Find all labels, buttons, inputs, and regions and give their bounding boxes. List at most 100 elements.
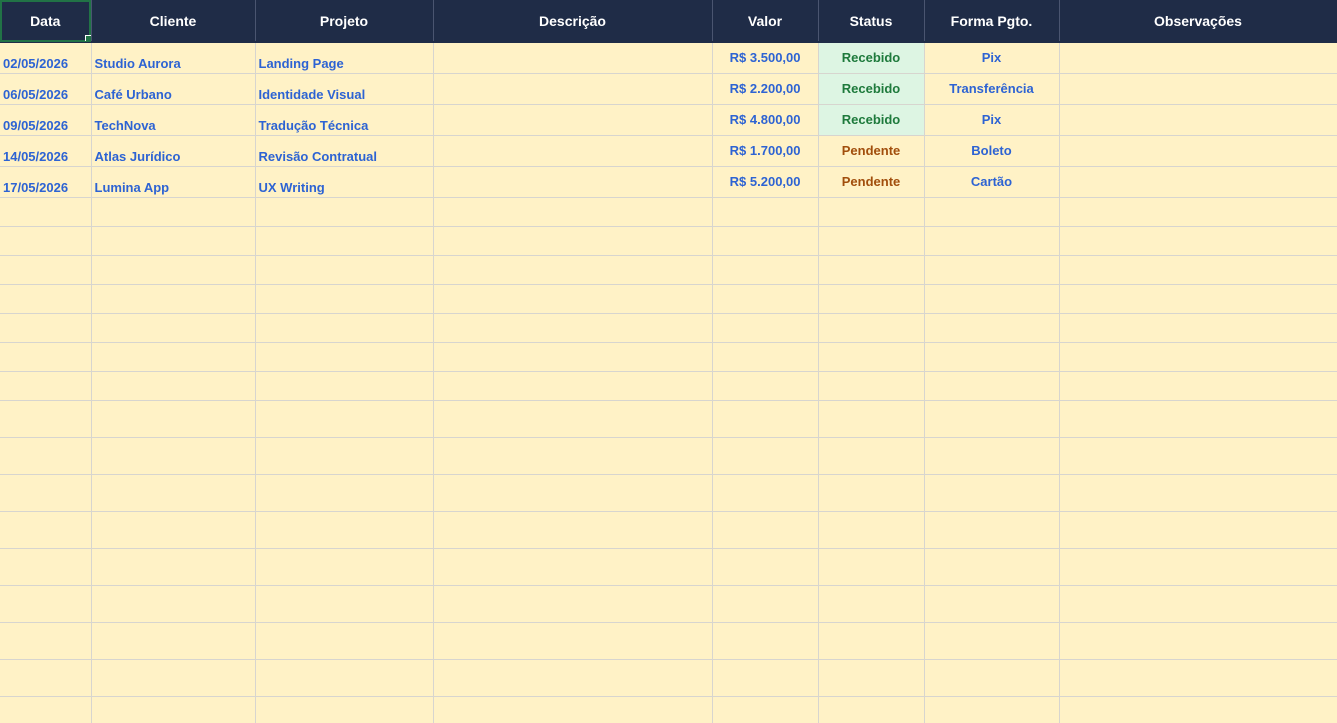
- empty-cell[interactable]: [91, 696, 256, 723]
- empty-cell[interactable]: [1059, 474, 1337, 512]
- empty-cell[interactable]: [433, 342, 713, 372]
- cell-status[interactable]: Recebido: [818, 42, 925, 74]
- empty-cell[interactable]: [433, 585, 713, 623]
- cell-projeto[interactable]: UX Writing: [255, 166, 434, 198]
- cell-descricao[interactable]: [433, 73, 713, 105]
- empty-cell[interactable]: [1059, 226, 1337, 256]
- empty-cell[interactable]: [0, 313, 92, 343]
- empty-cell[interactable]: [0, 400, 92, 438]
- empty-cell[interactable]: [924, 622, 1060, 660]
- empty-cell[interactable]: [433, 226, 713, 256]
- cell-status[interactable]: Pendente: [818, 166, 925, 198]
- cell-projeto[interactable]: Revisão Contratual: [255, 135, 434, 167]
- cell-status[interactable]: Recebido: [818, 73, 925, 105]
- empty-cell[interactable]: [712, 400, 819, 438]
- cell-forma-pgto[interactable]: Transferência: [924, 73, 1060, 105]
- empty-cell[interactable]: [433, 548, 713, 586]
- empty-cell[interactable]: [1059, 511, 1337, 549]
- empty-cell[interactable]: [818, 313, 925, 343]
- cell-valor[interactable]: R$ 5.200,00: [712, 166, 819, 198]
- cell-observacoes[interactable]: [1059, 73, 1337, 105]
- empty-cell[interactable]: [712, 696, 819, 723]
- header-observacoes[interactable]: Observações: [1059, 0, 1337, 43]
- empty-cell[interactable]: [91, 474, 256, 512]
- cell-projeto[interactable]: Identidade Visual: [255, 73, 434, 105]
- empty-cell[interactable]: [433, 313, 713, 343]
- empty-cell[interactable]: [91, 437, 256, 475]
- empty-cell[interactable]: [255, 548, 434, 586]
- empty-cell[interactable]: [924, 585, 1060, 623]
- empty-cell[interactable]: [712, 284, 819, 314]
- header-cliente[interactable]: Cliente: [91, 0, 256, 43]
- empty-cell[interactable]: [91, 400, 256, 438]
- empty-cell[interactable]: [0, 342, 92, 372]
- empty-cell[interactable]: [712, 226, 819, 256]
- empty-cell[interactable]: [255, 659, 434, 697]
- empty-cell[interactable]: [433, 197, 713, 227]
- header-data[interactable]: Data: [0, 0, 92, 43]
- empty-cell[interactable]: [91, 548, 256, 586]
- empty-cell[interactable]: [924, 255, 1060, 285]
- empty-cell[interactable]: [712, 197, 819, 227]
- cell-valor[interactable]: R$ 1.700,00: [712, 135, 819, 167]
- cell-data[interactable]: 14/05/2026: [0, 135, 92, 167]
- empty-cell[interactable]: [91, 255, 256, 285]
- cell-descricao[interactable]: [433, 104, 713, 136]
- cell-cliente[interactable]: Lumina App: [91, 166, 256, 198]
- empty-cell[interactable]: [433, 474, 713, 512]
- empty-cell[interactable]: [0, 659, 92, 697]
- empty-cell[interactable]: [433, 622, 713, 660]
- cell-observacoes[interactable]: [1059, 42, 1337, 74]
- empty-cell[interactable]: [255, 474, 434, 512]
- empty-cell[interactable]: [924, 313, 1060, 343]
- empty-cell[interactable]: [924, 474, 1060, 512]
- cell-observacoes[interactable]: [1059, 166, 1337, 198]
- empty-cell[interactable]: [91, 622, 256, 660]
- empty-cell[interactable]: [924, 371, 1060, 401]
- header-descricao[interactable]: Descrição: [433, 0, 713, 43]
- empty-cell[interactable]: [924, 197, 1060, 227]
- empty-cell[interactable]: [924, 696, 1060, 723]
- empty-cell[interactable]: [818, 696, 925, 723]
- empty-cell[interactable]: [818, 585, 925, 623]
- cell-descricao[interactable]: [433, 42, 713, 74]
- empty-cell[interactable]: [433, 371, 713, 401]
- empty-cell[interactable]: [1059, 585, 1337, 623]
- empty-cell[interactable]: [0, 585, 92, 623]
- header-forma-pgto[interactable]: Forma Pgto.: [924, 0, 1060, 43]
- cell-observacoes[interactable]: [1059, 135, 1337, 167]
- empty-cell[interactable]: [91, 342, 256, 372]
- empty-cell[interactable]: [1059, 548, 1337, 586]
- empty-cell[interactable]: [433, 659, 713, 697]
- cell-data[interactable]: 02/05/2026: [0, 42, 92, 74]
- empty-cell[interactable]: [712, 511, 819, 549]
- cell-projeto[interactable]: Tradução Técnica: [255, 104, 434, 136]
- empty-cell[interactable]: [433, 284, 713, 314]
- empty-cell[interactable]: [924, 659, 1060, 697]
- empty-cell[interactable]: [818, 622, 925, 660]
- cell-descricao[interactable]: [433, 166, 713, 198]
- empty-cell[interactable]: [91, 313, 256, 343]
- empty-cell[interactable]: [924, 226, 1060, 256]
- empty-cell[interactable]: [255, 342, 434, 372]
- empty-cell[interactable]: [712, 371, 819, 401]
- empty-cell[interactable]: [0, 371, 92, 401]
- empty-cell[interactable]: [818, 284, 925, 314]
- cell-descricao[interactable]: [433, 135, 713, 167]
- empty-cell[interactable]: [0, 284, 92, 314]
- empty-cell[interactable]: [0, 226, 92, 256]
- empty-cell[interactable]: [433, 696, 713, 723]
- empty-cell[interactable]: [924, 342, 1060, 372]
- empty-cell[interactable]: [1059, 437, 1337, 475]
- empty-cell[interactable]: [0, 474, 92, 512]
- empty-cell[interactable]: [255, 371, 434, 401]
- empty-cell[interactable]: [0, 511, 92, 549]
- empty-cell[interactable]: [712, 659, 819, 697]
- cell-observacoes[interactable]: [1059, 104, 1337, 136]
- cell-forma-pgto[interactable]: Cartão: [924, 166, 1060, 198]
- cell-forma-pgto[interactable]: Pix: [924, 42, 1060, 74]
- empty-cell[interactable]: [712, 255, 819, 285]
- empty-cell[interactable]: [433, 437, 713, 475]
- empty-cell[interactable]: [255, 511, 434, 549]
- empty-cell[interactable]: [818, 437, 925, 475]
